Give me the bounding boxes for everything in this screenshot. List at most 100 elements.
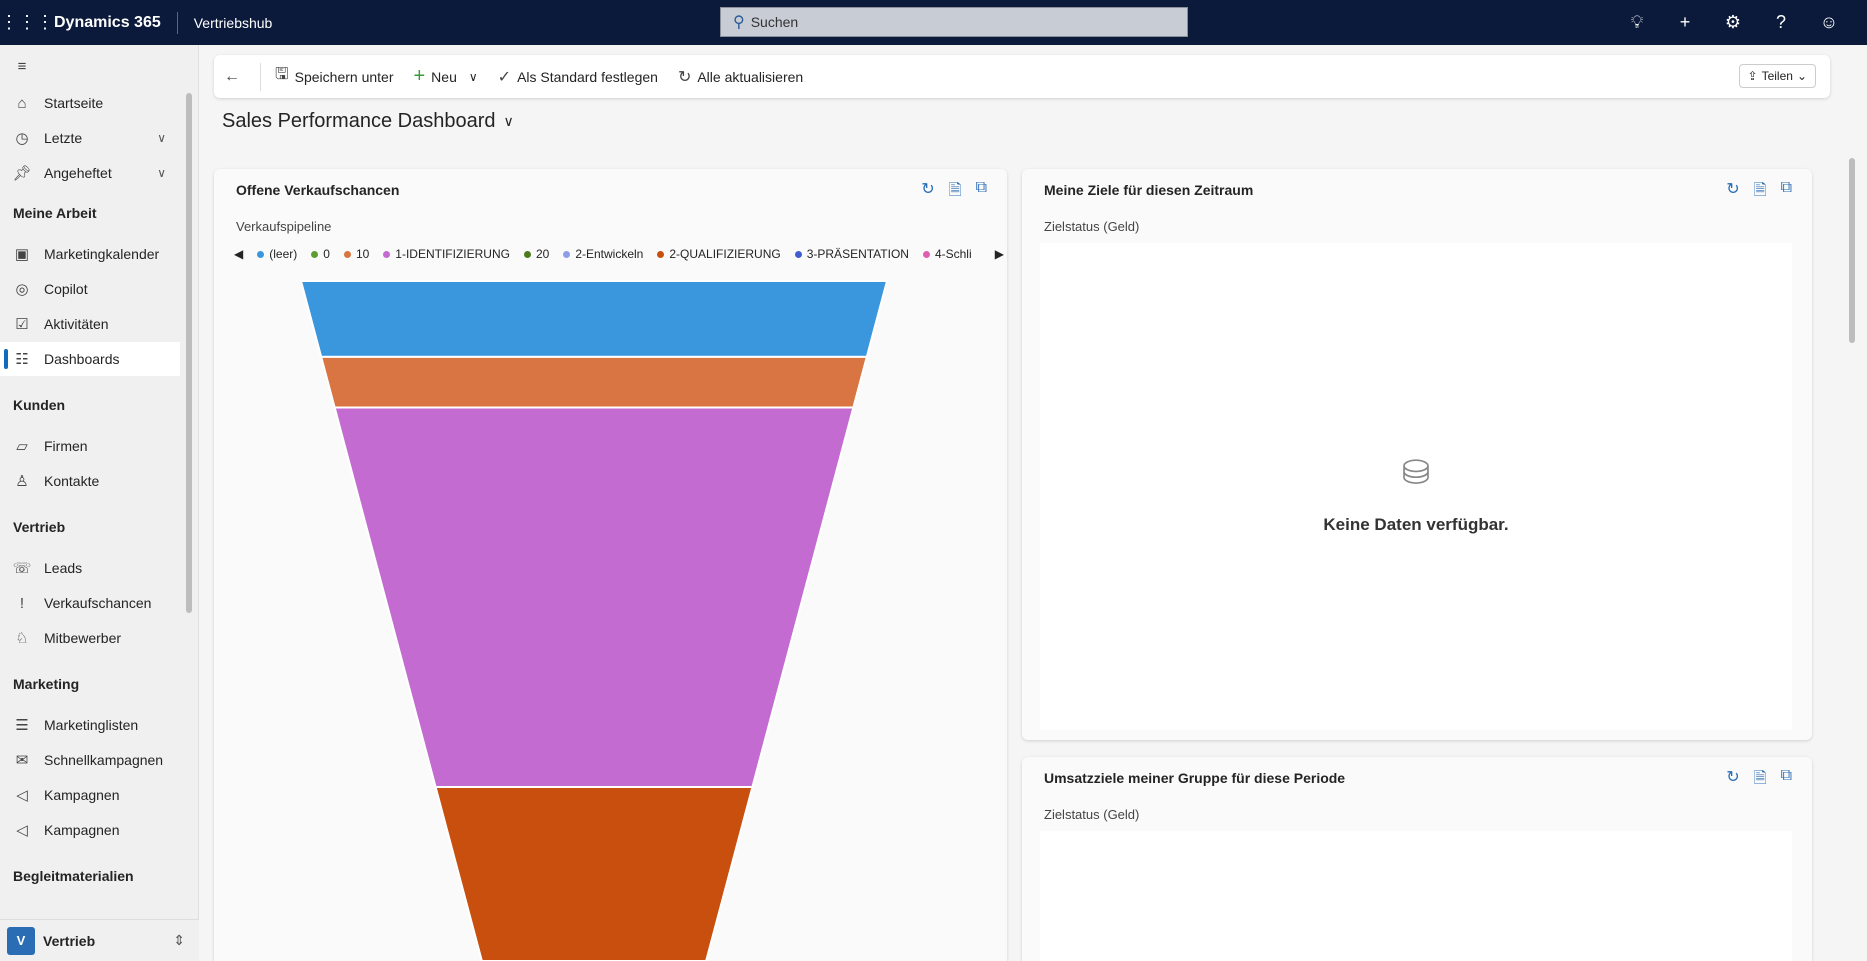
sidebar-item-label: Dashboards	[44, 351, 120, 367]
search-icon: ⚲	[733, 14, 745, 31]
sidebar-item-label: Kampagnen	[44, 787, 120, 803]
sidebar-item-label: Aktivitäten	[44, 316, 109, 332]
sidebar-item-marketingkalender[interactable]: ▣ Marketingkalender	[0, 237, 180, 271]
brand-name[interactable]: Dynamics 365	[46, 11, 178, 34]
expand-icon[interactable]: ⧉	[1781, 179, 1792, 206]
funnel-segment-1-identifizierung[interactable]	[333, 406, 855, 788]
save-icon: 🖫	[275, 66, 289, 83]
sidebar-item-letzte[interactable]: ◷ Letzte ∨	[0, 121, 180, 155]
funnel-segment-2-qualifizierung[interactable]	[434, 786, 754, 961]
sidebar-item-label: Kontakte	[44, 473, 100, 489]
app-launcher-icon[interactable]: ⋮⋮⋮	[0, 12, 54, 33]
nav-icon: ☏	[12, 560, 32, 577]
funnel-segment--leer-[interactable]	[299, 280, 889, 358]
funnel-segment-10[interactable]	[319, 355, 869, 409]
sidebar-item-dashboards[interactable]: ☷ Dashboards	[0, 342, 180, 376]
refresh-icon[interactable]: ↻	[1726, 767, 1739, 794]
pin-icon: 📌︎	[12, 165, 32, 182]
top-bar: ⋮⋮⋮ Dynamics 365 Vertriebshub ⚲ Suchen 💡︎…	[0, 0, 1867, 45]
team-goals-card: Umsatzziele meiner Gruppe für diese Peri…	[1022, 757, 1812, 961]
sidebar-item-startseite[interactable]: ⌂ Startseite	[0, 86, 180, 120]
view-records-icon[interactable]: 🗎	[1754, 767, 1767, 794]
share-button[interactable]: ⇪ Teilen ⌄	[1738, 64, 1816, 88]
chart-area	[1040, 831, 1792, 961]
nav-icon: ◎	[15, 281, 29, 298]
refresh-all-button[interactable]: ↻ Alle aktualisieren	[668, 55, 813, 98]
chart-title: Zielstatus (Geld)	[1044, 219, 1140, 234]
view-records-icon[interactable]: 🗎	[1754, 179, 1767, 206]
set-default-label: Als Standard festlegen	[517, 68, 658, 85]
page-scrollbar[interactable]	[1849, 158, 1855, 343]
new-button[interactable]: + Neu ∨	[403, 55, 487, 98]
app-name[interactable]: Vertriebshub	[178, 15, 273, 31]
sidebar-item-label: Letzte	[44, 130, 83, 146]
set-default-button[interactable]: ✓ Als Standard festlegen	[488, 55, 668, 98]
my-goals-card: Meine Ziele für diesen Zeitraum ↻ 🗎 ⧉ Ziel…	[1022, 169, 1812, 740]
sidebar-item-firmen[interactable]: ▱ Firmen	[0, 429, 180, 463]
save-as-button[interactable]: 🖫 Speichern unter	[265, 55, 403, 98]
sidebar-item-label: Kampagnen	[44, 822, 120, 838]
refresh-all-label: Alle aktualisieren	[697, 68, 804, 85]
lightbulb-icon[interactable]: 💡︎	[1613, 12, 1661, 33]
nav-icon: ▱	[16, 438, 28, 455]
command-bar: ← 🖫 Speichern unter + Neu ∨ ✓ Als Standard f…	[214, 55, 1830, 98]
page-title: Sales Performance Dashboard	[222, 110, 496, 132]
no-data-message: Keine Daten verfügbar.	[1323, 515, 1509, 534]
sidebar-item-mitbewerber[interactable]: ♘ Mitbewerber	[0, 621, 180, 655]
refresh-icon[interactable]: ↻	[1726, 179, 1739, 206]
new-label: Neu	[431, 68, 457, 85]
sidebar-item-marketinglisten[interactable]: ☰ Marketinglisten	[0, 708, 180, 742]
sidebar-section-heading: Vertrieb	[13, 519, 66, 535]
plus-icon[interactable]: +	[1661, 12, 1709, 33]
expand-icon[interactable]: ⧉	[1781, 767, 1792, 794]
sidebar-section-heading: Meine Arbeit	[13, 205, 97, 221]
chevron-down-icon: ⌄	[1796, 69, 1807, 83]
clock-icon: ◷	[15, 130, 29, 147]
card-title: Umsatzziele meiner Gruppe für diese Peri…	[1044, 770, 1346, 786]
save-as-label: Speichern unter	[294, 68, 394, 85]
plus-icon: +	[413, 65, 426, 87]
share-icon: ⇪	[1747, 69, 1758, 83]
sidebar-scrollbar[interactable]	[186, 93, 192, 613]
search-input[interactable]: ⚲ Suchen	[720, 7, 1188, 37]
feedback-icon[interactable]: ☺	[1805, 12, 1853, 33]
funnel-chart	[299, 280, 889, 961]
back-arrow-icon: ←	[224, 67, 240, 85]
chevron-down-icon[interactable]: ∨	[157, 166, 166, 180]
sidebar-item-kontakte[interactable]: ♙ Kontakte	[0, 464, 180, 498]
home-icon: ⌂	[17, 94, 27, 112]
search-placeholder: Suchen	[750, 14, 799, 30]
area-label: Vertrieb	[43, 932, 96, 949]
checkmark-icon: ✓	[497, 68, 512, 86]
sidebar-item-leads[interactable]: ☏ Leads	[0, 551, 180, 585]
divider	[260, 62, 261, 91]
sidebar-item-label: Startseite	[44, 95, 104, 111]
nav-icon: ▣	[14, 246, 30, 263]
up-down-chevron-icon: ⇕	[173, 932, 185, 948]
sidebar-item-label: Firmen	[44, 438, 88, 454]
dashboard-selector[interactable]: Sales Performance Dashboard ∨	[222, 110, 514, 133]
sidebar: ≡ V Vertrieb ⇕ ⌂ Startseite ◷ Letzte ∨ 📌︎ Ange…	[0, 45, 199, 961]
chart-title: Zielstatus (Geld)	[1044, 807, 1140, 822]
refresh-icon: ↻	[677, 68, 692, 86]
nav-icon: ☑	[15, 316, 29, 333]
share-label: Teilen	[1761, 69, 1793, 83]
sidebar-item-angeheftet[interactable]: 📌︎ Angeheftet ∨	[0, 156, 180, 190]
gear-icon[interactable]: ⚙	[1709, 12, 1757, 33]
help-icon[interactable]: ?	[1757, 12, 1805, 33]
sidebar-item-verkaufschancen[interactable]: ! Verkaufschancen	[0, 586, 180, 620]
area-switcher[interactable]: V Vertrieb ⇕	[0, 919, 199, 961]
opportunities-card: Offene Verkaufschancen ↻ 🗎 ⧉ Verkaufspipel…	[214, 169, 1007, 961]
sidebar-item-aktivitäten[interactable]: ☑ Aktivitäten	[0, 307, 180, 341]
chevron-down-icon[interactable]: ∨	[469, 70, 478, 84]
sidebar-item-label: Marketingkalender	[44, 246, 160, 262]
sidebar-item-kampagnen[interactable]: ◁ Kampagnen	[0, 778, 180, 812]
sidebar-item-label: Leads	[44, 560, 83, 576]
sidebar-item-copilot[interactable]: ◎ Copilot	[0, 272, 180, 306]
hamburger-menu-icon[interactable]: ≡	[0, 49, 180, 83]
sidebar-item-schnellkampagnen[interactable]: ✉ Schnellkampagnen	[0, 743, 180, 777]
nav-icon: ◁	[16, 787, 28, 804]
chevron-down-icon[interactable]: ∨	[157, 131, 166, 145]
back-button[interactable]: ←	[214, 55, 256, 98]
sidebar-item-kampagnen[interactable]: ◁ Kampagnen	[0, 813, 180, 847]
